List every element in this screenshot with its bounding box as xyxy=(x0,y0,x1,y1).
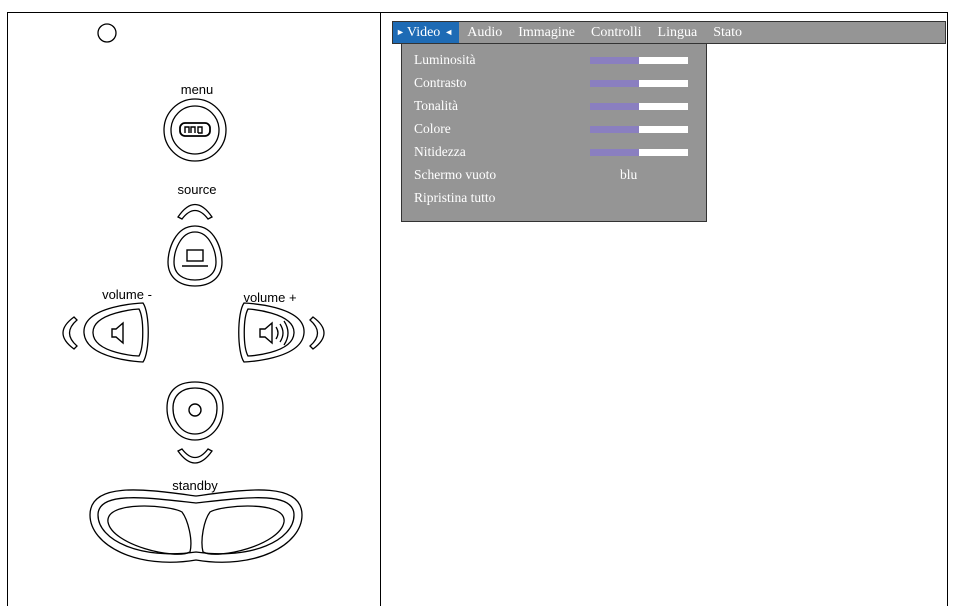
source-button[interactable] xyxy=(167,225,223,287)
menu-item-label: Luminosità xyxy=(414,52,476,67)
tab-lingua-label: Lingua xyxy=(657,25,698,40)
level-bar[interactable] xyxy=(590,149,688,156)
select-button[interactable] xyxy=(166,381,224,441)
tab-audio[interactable]: Audio xyxy=(459,22,510,43)
tab-video[interactable]: ► Video ◄ xyxy=(393,22,460,43)
menu-item-colore[interactable]: Colore xyxy=(414,119,704,139)
tab-controlli-label: Controlli xyxy=(590,25,642,40)
level-fill xyxy=(590,126,639,133)
level-fill xyxy=(590,103,639,110)
level-bar[interactable] xyxy=(590,126,688,133)
column-divider xyxy=(380,12,381,606)
arrow-right-icon: ► xyxy=(396,27,405,37)
level-fill xyxy=(590,80,639,87)
menu-item-tonalita[interactable]: Tonalità xyxy=(414,96,704,116)
tab-lingua[interactable]: Lingua xyxy=(650,22,706,43)
menu-tabs: ► Video ◄ Audio Immagine Controlli Lingu… xyxy=(393,22,750,43)
menu-item-label: Ripristina tutto xyxy=(414,190,496,205)
menu-item-nitidezza[interactable]: Nitidezza xyxy=(414,142,704,162)
tab-stato[interactable]: Stato xyxy=(705,22,750,43)
menu-item-label: Schermo vuoto xyxy=(414,167,497,182)
menu-label: menu xyxy=(181,82,214,97)
standby-left-key[interactable] xyxy=(107,505,192,555)
standby-label: standby xyxy=(172,478,218,493)
tab-immagine[interactable]: Immagine xyxy=(510,22,583,43)
right-chevron-icon[interactable] xyxy=(309,316,325,350)
volume-down-button[interactable] xyxy=(83,302,149,363)
tab-immagine-label: Immagine xyxy=(518,25,575,40)
menu-item-label: Colore xyxy=(414,121,451,136)
blank-screen-value: blu xyxy=(620,167,638,182)
tab-controlli[interactable]: Controlli xyxy=(583,22,650,43)
volume-minus-label: volume - xyxy=(102,287,152,302)
menu-item-contrasto[interactable]: Contrasto xyxy=(414,73,704,93)
menu-button[interactable] xyxy=(163,98,227,162)
arrow-left-icon: ◄ xyxy=(444,27,454,37)
menu-item-label: Tonalità xyxy=(414,98,459,113)
menu-item-ripristina-tutto[interactable]: Ripristina tutto xyxy=(414,188,704,208)
power-indicator-icon xyxy=(97,23,117,43)
level-bar[interactable] xyxy=(590,103,688,110)
level-bar[interactable] xyxy=(590,80,688,87)
tab-video-label: Video xyxy=(406,25,441,40)
remote-control-diagram: menu source volume - volume + standby xyxy=(62,23,325,563)
tab-stato-label: Stato xyxy=(713,25,742,40)
menu-item-schermo-vuoto[interactable]: Schermo vuoto blu xyxy=(414,165,704,185)
menu-item-luminosita[interactable]: Luminosità xyxy=(414,50,704,70)
level-fill xyxy=(590,149,639,156)
circle-icon xyxy=(188,403,202,417)
video-submenu: Luminosità Contrasto Tonalità Colore Nit… xyxy=(401,44,707,222)
osd-menu-bar: ► Video ◄ Audio Immagine Controlli Lingu… xyxy=(392,21,946,44)
volume-plus-label: volume + xyxy=(243,290,296,305)
speaker-loud-icon xyxy=(259,321,273,345)
standby-button-panel xyxy=(89,489,303,563)
volume-up-button[interactable] xyxy=(238,302,305,363)
left-chevron-icon[interactable] xyxy=(62,316,78,350)
down-chevron-icon[interactable] xyxy=(177,448,213,464)
menu-item-label: Contrasto xyxy=(414,75,467,90)
level-fill xyxy=(590,57,639,64)
up-chevron-icon[interactable] xyxy=(177,203,213,220)
tab-audio-label: Audio xyxy=(467,25,503,40)
source-label: source xyxy=(177,182,216,197)
level-bar[interactable] xyxy=(590,57,688,64)
speaker-icon xyxy=(111,321,124,345)
monitor-icon xyxy=(186,249,204,262)
standby-right-key[interactable] xyxy=(201,505,285,555)
menu-item-label: Nitidezza xyxy=(414,144,466,159)
